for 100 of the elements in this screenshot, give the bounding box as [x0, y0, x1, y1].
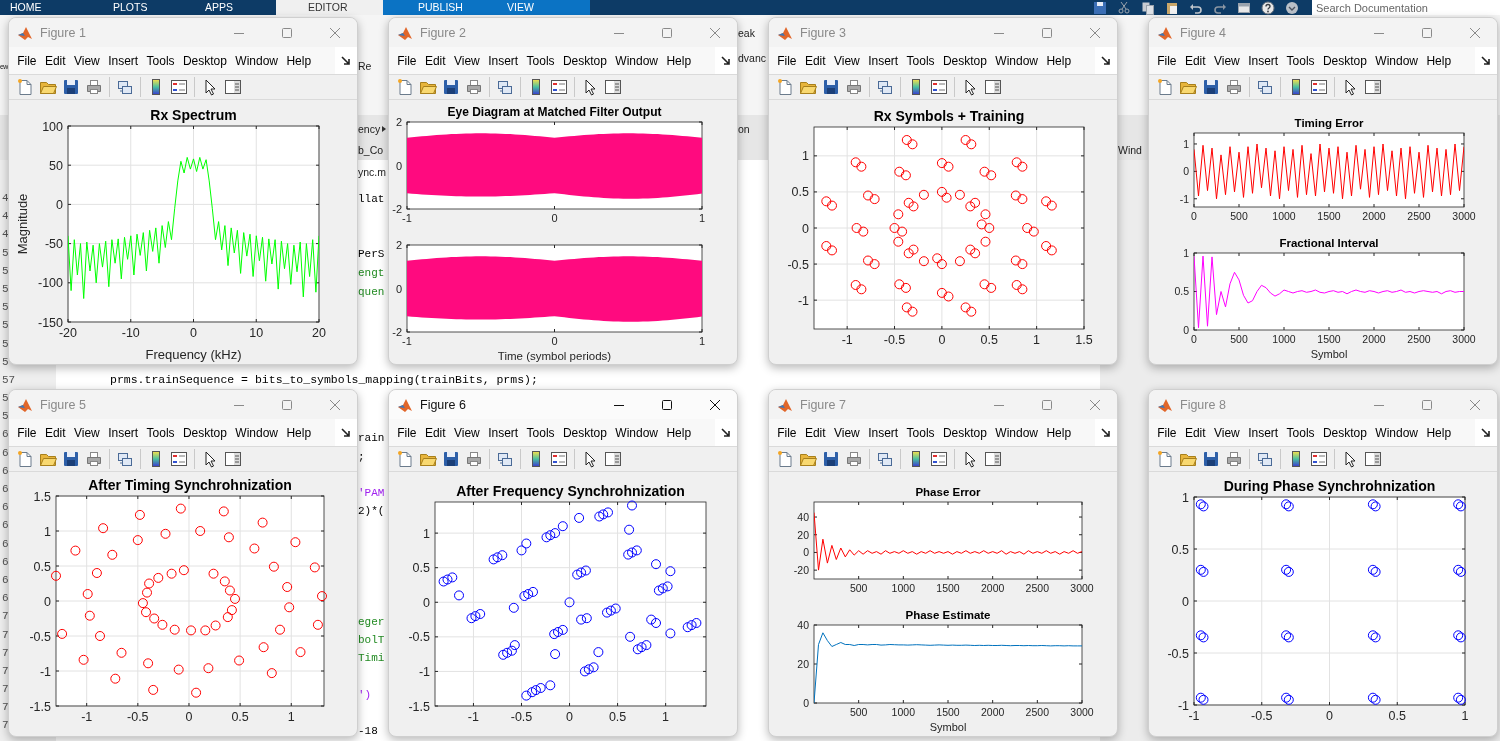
menu-item[interactable]: File	[13, 53, 41, 68]
menu-item[interactable]: Window	[231, 53, 283, 68]
menu-item[interactable]: Insert	[1243, 425, 1283, 440]
menu-item[interactable]: Help	[1422, 53, 1456, 68]
menu-item[interactable]: Insert	[863, 425, 903, 440]
menu-item[interactable]: View	[829, 53, 864, 68]
new-file-icon[interactable]	[776, 78, 794, 96]
menu-item[interactable]: Window	[611, 53, 663, 68]
printer-icon[interactable]	[85, 450, 103, 468]
menu-item[interactable]: Insert	[103, 53, 143, 68]
menu-item[interactable]: Insert	[483, 53, 523, 68]
menu-item[interactable]: File	[773, 425, 801, 440]
menu-item[interactable]: Desktop	[178, 53, 232, 68]
panel-icon[interactable]	[984, 78, 1002, 96]
toolstrip-tab[interactable]: VIEW	[493, 0, 590, 15]
menu-item[interactable]: View	[449, 425, 484, 440]
linked-windows-icon[interactable]	[876, 78, 894, 96]
printer-icon[interactable]	[1225, 78, 1243, 96]
help-icon[interactable]	[1261, 0, 1275, 15]
label-text[interactable]: dvanc	[738, 52, 767, 64]
legend-icon[interactable]	[550, 450, 568, 468]
menu-item[interactable]: Help	[662, 425, 696, 440]
menu-item[interactable]: File	[1153, 53, 1181, 68]
printer-icon[interactable]	[845, 450, 863, 468]
save-icon[interactable]	[62, 450, 80, 468]
search-field[interactable]: Search Documentation	[1312, 0, 1500, 15]
menu-item[interactable]: Tools	[902, 53, 939, 68]
label-text[interactable]: b_Co	[358, 144, 384, 156]
save-icon[interactable]	[822, 78, 840, 96]
menu-item[interactable]: Edit	[1180, 53, 1210, 68]
linked-windows-icon[interactable]	[116, 450, 134, 468]
label-text[interactable]: Re	[358, 60, 372, 72]
breadcrumb-text[interactable]: ency	[358, 123, 381, 135]
new-file-icon[interactable]	[396, 450, 414, 468]
panel-icon[interactable]	[1364, 450, 1382, 468]
save-icon[interactable]	[62, 78, 80, 96]
label-text[interactable]: eak	[738, 27, 755, 39]
menu-item[interactable]: View	[829, 425, 864, 440]
linked-windows-icon[interactable]	[1256, 78, 1274, 96]
panel-icon[interactable]	[224, 78, 242, 96]
menu-item[interactable]: Tools	[902, 425, 939, 440]
printer-icon[interactable]	[465, 450, 483, 468]
legend-icon[interactable]	[550, 78, 568, 96]
menu-item[interactable]: View	[69, 53, 104, 68]
menu-item[interactable]: Desktop	[178, 425, 232, 440]
maximize-icon[interactable]	[661, 398, 673, 411]
menu-item[interactable]: Edit	[40, 53, 70, 68]
label-text[interactable]: ync.m	[358, 166, 386, 178]
menu-item[interactable]: Window	[611, 425, 663, 440]
menu-item[interactable]: Insert	[103, 425, 143, 440]
menu-item[interactable]: View	[1209, 425, 1244, 440]
panel-icon[interactable]	[604, 78, 622, 96]
menu-item[interactable]: Help	[282, 425, 316, 440]
copy-icon[interactable]	[1141, 0, 1155, 15]
menu-item[interactable]: File	[393, 53, 421, 68]
menu-item[interactable]: Help	[1422, 425, 1456, 440]
menu-item[interactable]: View	[69, 425, 104, 440]
linked-windows-icon[interactable]	[496, 450, 514, 468]
linked-windows-icon[interactable]	[876, 450, 894, 468]
printer-icon[interactable]	[845, 78, 863, 96]
menu-item[interactable]: Edit	[800, 53, 830, 68]
menu-item[interactable]: Edit	[420, 425, 450, 440]
menu-item[interactable]: Window	[231, 425, 283, 440]
menu-item[interactable]: Tools	[1282, 425, 1319, 440]
toolstrip-tab[interactable]: APPS	[190, 0, 276, 15]
printer-icon[interactable]	[85, 78, 103, 96]
legend-icon[interactable]	[1310, 450, 1328, 468]
menu-item[interactable]: File	[13, 425, 41, 440]
new-file-icon[interactable]	[396, 78, 414, 96]
new-file-icon[interactable]	[1156, 450, 1174, 468]
window-icon[interactable]	[1237, 0, 1251, 15]
menu-item[interactable]: View	[1209, 53, 1244, 68]
toolstrip-tab[interactable]: PLOTS	[90, 0, 190, 15]
menu-item[interactable]: File	[773, 53, 801, 68]
panel-icon[interactable]	[1364, 78, 1382, 96]
menu-item[interactable]: Help	[662, 53, 696, 68]
toolstrip-tab[interactable]: PUBLISH	[383, 0, 493, 15]
menu-item[interactable]: Tools	[1282, 53, 1319, 68]
menu-item[interactable]: Edit	[420, 53, 450, 68]
menu-item[interactable]: Desktop	[1318, 425, 1372, 440]
legend-icon[interactable]	[170, 450, 188, 468]
new-file-icon[interactable]	[16, 450, 34, 468]
printer-icon[interactable]	[1225, 450, 1243, 468]
menu-item[interactable]: Desktop	[938, 425, 992, 440]
linked-windows-icon[interactable]	[496, 78, 514, 96]
menu-item[interactable]: Desktop	[558, 425, 612, 440]
toolstrip-tab[interactable]: HOME	[0, 0, 90, 15]
label-text[interactable]: on	[738, 123, 750, 135]
menu-item[interactable]: Insert	[863, 53, 903, 68]
menu-item[interactable]: Edit	[40, 425, 70, 440]
menu-item[interactable]: Window	[991, 425, 1043, 440]
menu-item[interactable]: Edit	[1180, 425, 1210, 440]
label-text[interactable]: Wind	[1118, 144, 1142, 156]
toolstrip-tab[interactable]: EDITOR	[276, 0, 383, 15]
menu-item[interactable]: Help	[1042, 425, 1076, 440]
save-icon[interactable]	[1202, 450, 1220, 468]
printer-icon[interactable]	[465, 78, 483, 96]
linked-windows-icon[interactable]	[116, 78, 134, 96]
legend-icon[interactable]	[170, 78, 188, 96]
legend-icon[interactable]	[1310, 78, 1328, 96]
